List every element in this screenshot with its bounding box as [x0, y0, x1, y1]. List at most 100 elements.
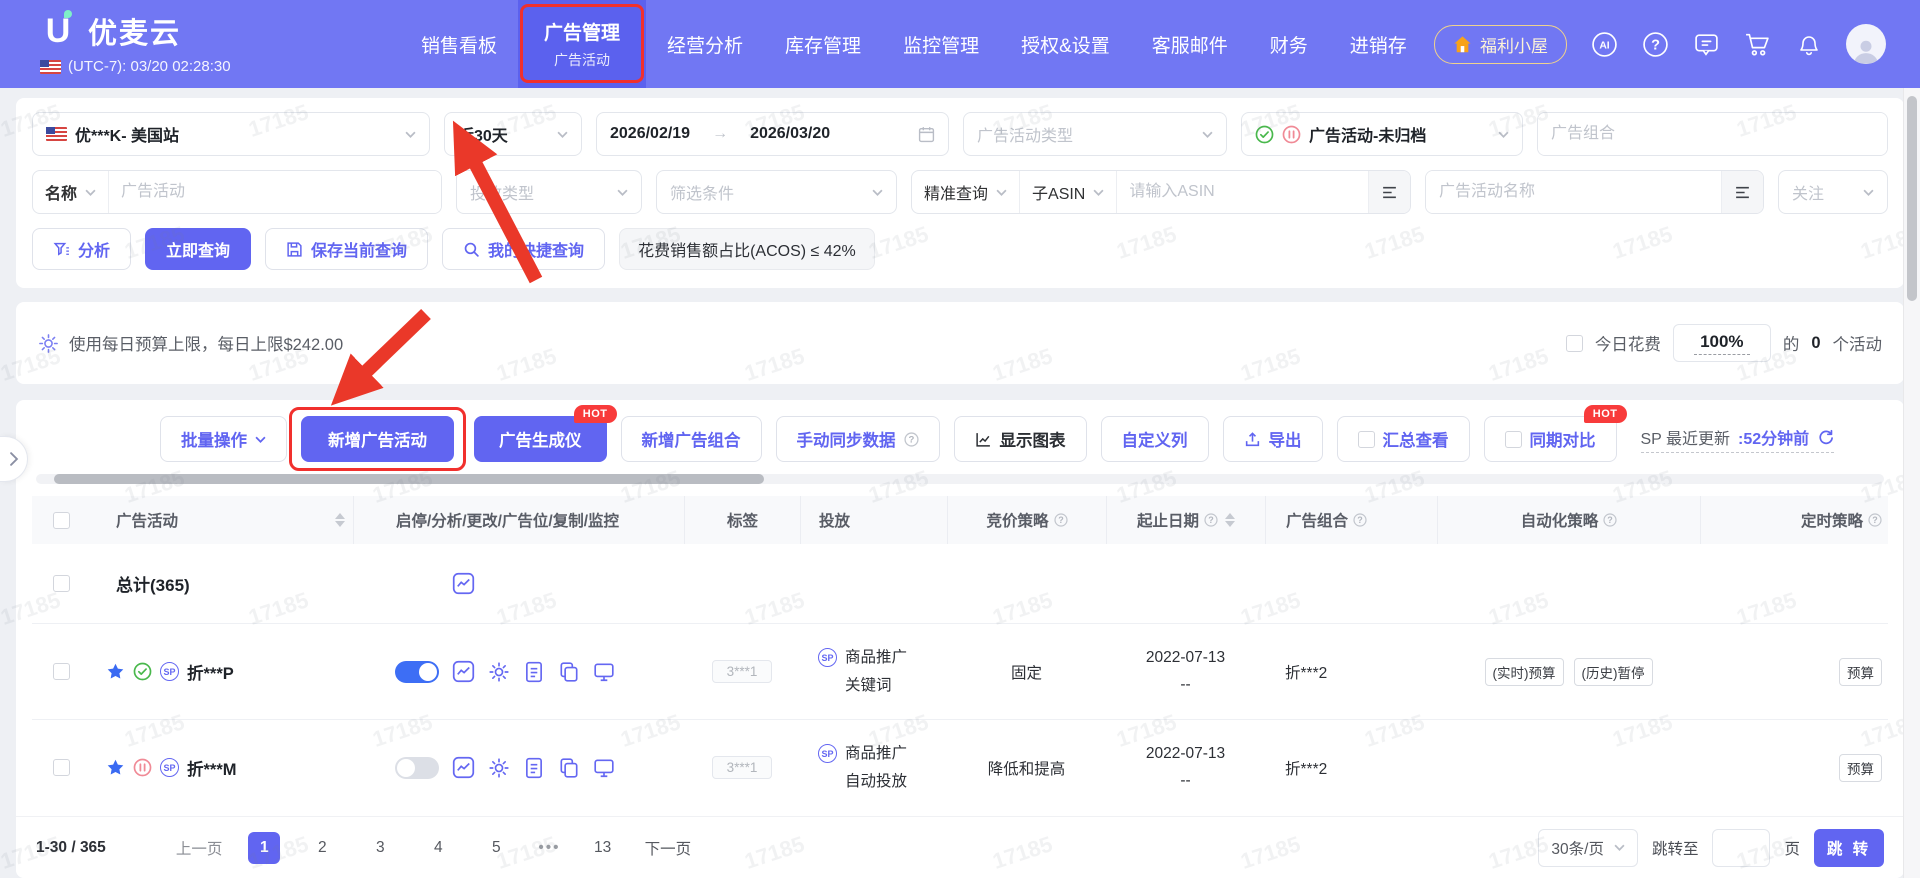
tag-chip[interactable]: 3***1: [711, 660, 773, 683]
campaign-name-input[interactable]: [1426, 171, 1721, 213]
timer-tag[interactable]: 预算: [1839, 753, 1882, 782]
new-campaign-button[interactable]: 新增广告活动: [301, 416, 454, 462]
page-size-select[interactable]: 30条/页: [1538, 828, 1638, 867]
jump-button[interactable]: 跳 转: [1814, 828, 1884, 867]
power-toggle[interactable]: [395, 660, 439, 683]
date-range-input[interactable]: 2026/02/19 → 2026/03/20: [596, 112, 949, 156]
copy-icon[interactable]: [558, 661, 580, 683]
placement-doc-icon[interactable]: [523, 757, 545, 779]
campaign-search-input[interactable]: [108, 171, 441, 213]
page-button-1[interactable]: 1: [248, 831, 281, 864]
sort-icon[interactable]: [335, 513, 345, 527]
name-field-select[interactable]: 名称: [33, 171, 108, 213]
timer-tag[interactable]: 预算: [1839, 657, 1882, 686]
select-all-checkbox[interactable]: [52, 511, 70, 529]
campaign-name-batch-list-button[interactable]: [1721, 171, 1763, 213]
nav-item-customer-email[interactable]: 客服邮件: [1131, 0, 1249, 88]
campaign-status-select[interactable]: 广告活动-未归档: [1241, 112, 1523, 156]
follow-select[interactable]: 关注: [1778, 170, 1888, 214]
power-toggle[interactable]: [395, 756, 439, 779]
spend-percent-input[interactable]: 100%: [1672, 324, 1771, 362]
monitor-icon[interactable]: [593, 661, 615, 683]
vertical-scrollbar-thumb[interactable]: [1907, 96, 1917, 301]
page-button-5[interactable]: 5: [480, 832, 512, 864]
exact-query-select[interactable]: 精准查询: [912, 171, 1019, 213]
site-select[interactable]: 优***K- 美国站: [32, 112, 430, 156]
settings-gear-icon[interactable]: [488, 661, 510, 683]
monitor-icon[interactable]: [593, 757, 615, 779]
info-icon[interactable]: ?: [1053, 513, 1068, 527]
chart-trend-icon[interactable]: [452, 660, 475, 683]
jump-page-input[interactable]: [1712, 828, 1771, 867]
batch-operation-button[interactable]: 批量操作: [160, 416, 287, 462]
campaign-name-link[interactable]: 折***M: [187, 756, 237, 780]
bell-icon[interactable]: [1795, 31, 1822, 58]
vertical-scrollbar[interactable]: [1903, 88, 1920, 878]
page-button-4[interactable]: 4: [422, 832, 454, 864]
settings-gear-icon[interactable]: [488, 757, 510, 779]
sub-asin-select[interactable]: 子ASIN: [1019, 171, 1116, 213]
message-icon[interactable]: [1693, 31, 1720, 58]
export-button[interactable]: 导出: [1222, 416, 1323, 462]
period-compare-checkbox[interactable]: [1504, 430, 1522, 448]
nav-item-purchase-sales[interactable]: 进销存: [1329, 0, 1428, 88]
asin-batch-list-button[interactable]: [1368, 171, 1410, 213]
summary-view-button[interactable]: 汇总查看: [1336, 416, 1470, 462]
nav-item-inventory[interactable]: 库存管理: [764, 0, 882, 88]
more-pages-button[interactable]: •••: [538, 839, 560, 857]
page-button-3[interactable]: 3: [364, 832, 396, 864]
ai-icon[interactable]: AI: [1591, 31, 1618, 58]
horizontal-scrollbar-thumb[interactable]: [54, 474, 764, 484]
chart-trend-icon[interactable]: [452, 572, 475, 595]
page-button-2[interactable]: 2: [306, 832, 338, 864]
refresh-icon[interactable]: [1817, 429, 1834, 446]
date-range-preset-select[interactable]: 近30天: [444, 112, 582, 156]
sp-last-update[interactable]: SP 最近更新:52分钟前: [1640, 425, 1835, 453]
favorite-star-icon[interactable]: [106, 758, 125, 777]
row-checkbox[interactable]: [52, 575, 70, 592]
nav-item-ad-management[interactable]: 广告管理 广告活动: [518, 0, 647, 88]
info-icon[interactable]: ?: [1353, 513, 1367, 527]
cart-icon[interactable]: [1744, 31, 1771, 58]
acos-filter-chip[interactable]: 花费销售额占比(ACOS) ≤ 42%: [619, 228, 875, 270]
sort-icon[interactable]: [1225, 513, 1235, 527]
new-portfolio-button[interactable]: 新增广告组合: [620, 416, 762, 462]
show-chart-button[interactable]: 显示图表: [953, 416, 1087, 462]
targeting-type-select[interactable]: 投放类型: [456, 170, 642, 214]
row-checkbox[interactable]: [52, 759, 70, 776]
placement-doc-icon[interactable]: [523, 661, 545, 683]
manual-sync-button[interactable]: 手动同步数据 ?: [775, 416, 940, 462]
auto-tag[interactable]: (历史)暂停: [1573, 657, 1653, 686]
info-icon[interactable]: ?: [1868, 513, 1882, 527]
save-query-button[interactable]: 保存当前查询: [265, 228, 429, 270]
query-now-button[interactable]: 立即查询: [145, 228, 252, 270]
info-icon[interactable]: ?: [1204, 513, 1218, 527]
page-button-13[interactable]: 13: [587, 832, 619, 864]
auto-tag[interactable]: (实时)预算: [1484, 657, 1564, 686]
copy-icon[interactable]: [558, 757, 580, 779]
campaign-name-link[interactable]: 折***P: [187, 660, 234, 684]
today-spend-checkbox[interactable]: [1565, 334, 1583, 352]
filter-condition-select[interactable]: 筛选条件: [656, 170, 897, 214]
favorite-star-icon[interactable]: [106, 662, 125, 681]
help-icon[interactable]: ?: [1642, 31, 1669, 58]
nav-item-business-analysis[interactable]: 经营分析: [646, 0, 764, 88]
nav-item-authorization-settings[interactable]: 授权&设置: [1000, 0, 1131, 88]
nav-item-finance[interactable]: 财务: [1249, 0, 1329, 88]
welfare-house-button[interactable]: 福利小屋: [1434, 24, 1567, 64]
analyze-button[interactable]: 分析: [32, 228, 132, 270]
chart-trend-icon[interactable]: [452, 756, 475, 779]
prev-page-button[interactable]: 上一页: [176, 837, 223, 859]
col-campaign[interactable]: 广告活动: [90, 496, 353, 544]
custom-columns-button[interactable]: 自定义列: [1100, 416, 1209, 462]
next-page-button[interactable]: 下一页: [645, 837, 692, 859]
portfolio-input[interactable]: [1538, 113, 1887, 155]
info-icon[interactable]: ?: [1603, 513, 1617, 527]
row-checkbox[interactable]: [52, 663, 70, 680]
quick-query-button[interactable]: 我的快捷查询: [442, 228, 606, 270]
nav-item-monitoring[interactable]: 监控管理: [882, 0, 1000, 88]
horizontal-scrollbar[interactable]: [36, 474, 1884, 484]
summary-view-checkbox[interactable]: [1357, 430, 1375, 448]
avatar[interactable]: [1846, 24, 1886, 64]
campaign-type-select[interactable]: 广告活动类型: [963, 112, 1227, 156]
